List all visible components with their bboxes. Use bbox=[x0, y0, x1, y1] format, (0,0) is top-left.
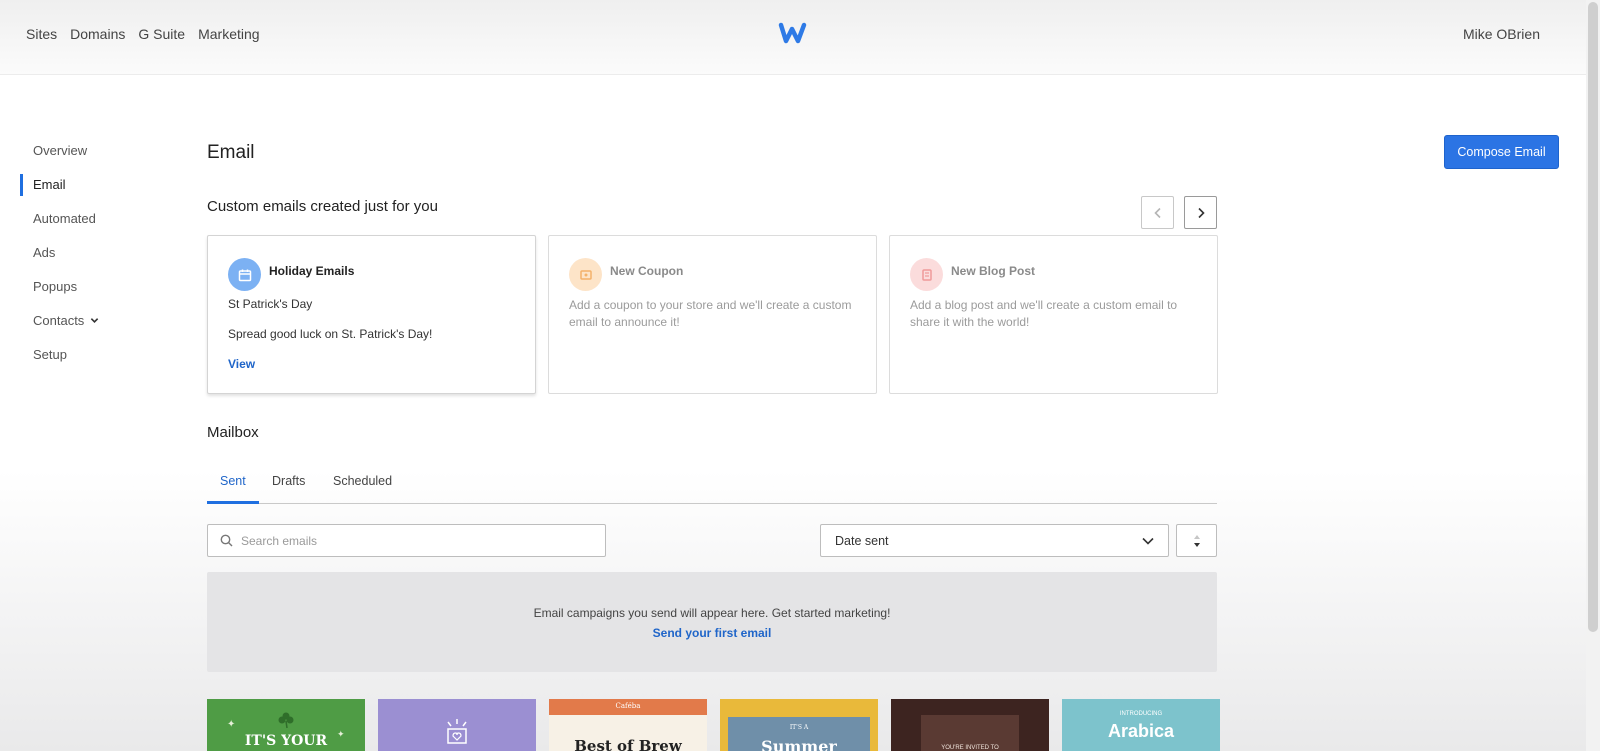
sidebar-item-label: Setup bbox=[33, 347, 67, 362]
template-thumbnail-text: IT'S YOUR bbox=[244, 733, 328, 749]
chevron-down-icon bbox=[91, 318, 99, 323]
sidebar-item-label: Email bbox=[33, 177, 66, 192]
chevron-left-icon bbox=[1153, 207, 1161, 218]
carousel-prev-button[interactable] bbox=[1141, 196, 1174, 229]
shamrock-icon bbox=[278, 712, 294, 729]
card-title: New Coupon bbox=[610, 263, 684, 278]
page-title: Email bbox=[207, 142, 255, 163]
card-description: Spread good luck on St. Patrick's Day! bbox=[228, 327, 433, 341]
template-kicker-text: INTRODUCING bbox=[1119, 711, 1163, 717]
card-holiday-emails[interactable]: Holiday Emails St Patrick's Day Spread g… bbox=[207, 235, 536, 394]
sidebar-nav: Overview Email Automated Ads Popups Cont… bbox=[20, 140, 99, 378]
nav-g-suite[interactable]: G Suite bbox=[138, 26, 185, 42]
card-description: Add a coupon to your store and we'll cre… bbox=[569, 298, 852, 329]
top-nav-links: Sites Domains G Suite Marketing bbox=[26, 26, 260, 42]
sidebar-item-label: Ads bbox=[33, 245, 56, 260]
empty-mailbox-panel: Email campaigns you send will appear her… bbox=[207, 572, 1217, 672]
send-first-email-link[interactable]: Send your first email bbox=[653, 626, 772, 640]
active-tab-indicator bbox=[207, 501, 259, 504]
coupon-icon bbox=[569, 258, 602, 291]
template-brand-text: Caféba bbox=[615, 702, 641, 710]
card-title: Holiday Emails bbox=[269, 263, 355, 278]
template-thumbnail-text: Summer bbox=[761, 737, 837, 751]
sparkle-icon: ✦ bbox=[227, 719, 236, 730]
nav-domains[interactable]: Domains bbox=[70, 26, 125, 42]
template-gallery: ✦ ✦ IT'S YOUR Caféba Best of Brew IT'S A… bbox=[207, 699, 1220, 751]
user-account-name[interactable]: Mike OBrien bbox=[1463, 26, 1540, 42]
tab-drafts[interactable]: Drafts bbox=[272, 474, 305, 488]
sidebar-item-popups[interactable]: Popups bbox=[20, 276, 99, 310]
chevron-right-icon bbox=[1197, 207, 1205, 218]
template-thumbnail[interactable]: INTRODUCING Arabica bbox=[1062, 699, 1220, 751]
tab-scheduled[interactable]: Scheduled bbox=[333, 474, 392, 488]
tab-sent[interactable]: Sent bbox=[220, 474, 246, 488]
calendar-icon bbox=[228, 258, 261, 291]
sidebar-item-overview[interactable]: Overview bbox=[20, 140, 99, 174]
template-thumbnail[interactable]: YOU'RE INVITED TO bbox=[891, 699, 1049, 751]
sidebar-item-label: Automated bbox=[33, 211, 96, 226]
nav-sites[interactable]: Sites bbox=[26, 26, 57, 42]
sidebar-item-automated[interactable]: Automated bbox=[20, 208, 99, 242]
carousel-next-button[interactable] bbox=[1184, 196, 1217, 229]
nav-marketing[interactable]: Marketing bbox=[198, 26, 259, 42]
page-scrollbar[interactable] bbox=[1586, 0, 1600, 751]
template-thumbnail-text: Best of Brew bbox=[574, 737, 682, 751]
sidebar-item-ads[interactable]: Ads bbox=[20, 242, 99, 276]
card-description: Add a blog post and we'll create a custo… bbox=[910, 298, 1178, 329]
blog-post-icon bbox=[910, 258, 943, 291]
template-thumbnail[interactable]: ✦ ✦ IT'S YOUR bbox=[207, 699, 365, 751]
sidebar-item-email[interactable]: Email bbox=[20, 174, 99, 208]
search-icon bbox=[220, 534, 233, 547]
sidebar-item-setup[interactable]: Setup bbox=[20, 344, 99, 378]
chevron-down-icon bbox=[1142, 537, 1154, 545]
template-thumbnail[interactable]: Caféba Best of Brew bbox=[549, 699, 707, 751]
mailbox-tabs: Sent Drafts Scheduled bbox=[207, 460, 1217, 504]
sidebar-item-label: Overview bbox=[33, 143, 88, 158]
compose-email-button[interactable]: Compose Email bbox=[1444, 135, 1559, 169]
search-input[interactable] bbox=[241, 533, 581, 548]
custom-emails-heading: Custom emails created just for you bbox=[207, 198, 438, 215]
template-kicker-text: IT'S A bbox=[789, 724, 809, 731]
weebly-logo-icon[interactable] bbox=[778, 20, 808, 46]
card-new-coupon[interactable]: New Coupon Add a coupon to your store an… bbox=[548, 235, 877, 394]
scrollbar-thumb[interactable] bbox=[1588, 2, 1598, 632]
template-thumbnail-text: Arabica bbox=[1107, 721, 1175, 741]
template-thumbnail[interactable]: IT'S A Summer bbox=[720, 699, 878, 751]
card-subtitle: St Patrick's Day bbox=[228, 297, 313, 311]
sidebar-item-label: Contacts bbox=[33, 313, 85, 328]
sort-select[interactable]: Date sent bbox=[820, 524, 1169, 557]
sort-arrows-icon bbox=[1193, 534, 1200, 547]
template-thumbnail[interactable] bbox=[378, 699, 536, 751]
sort-select-value: Date sent bbox=[835, 533, 889, 548]
top-navigation-bar: Sites Domains G Suite Marketing Mike OBr… bbox=[0, 0, 1586, 75]
mailbox-heading: Mailbox bbox=[207, 424, 259, 441]
search-box[interactable] bbox=[207, 524, 606, 557]
sort-order-button[interactable] bbox=[1176, 524, 1217, 557]
gift-heart-icon bbox=[447, 719, 467, 744]
sidebar-item-label: Popups bbox=[33, 279, 78, 294]
view-link[interactable]: View bbox=[228, 357, 255, 371]
template-thumbnail-text: YOU'RE INVITED TO bbox=[941, 745, 999, 751]
card-new-blog-post[interactable]: New Blog Post Add a blog post and we'll … bbox=[889, 235, 1218, 394]
empty-state-text: Email campaigns you send will appear her… bbox=[533, 606, 891, 620]
card-title: New Blog Post bbox=[951, 263, 1036, 278]
sidebar-item-contacts[interactable]: Contacts bbox=[20, 310, 99, 344]
